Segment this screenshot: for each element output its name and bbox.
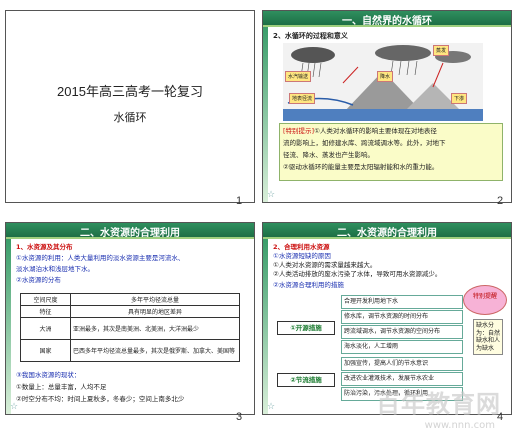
watermark-url: www.nnn.com: [424, 420, 495, 431]
water-cycle-illustration: [283, 43, 483, 121]
table-cell: 亚洲最多，其次是南美洲、北美洲，大洋洲最少: [70, 317, 240, 340]
slide-1-subtitle: 水循环: [113, 111, 147, 124]
tip-line-4: ②驱动水循环的能量主要是太阳辐射能和水的重力能。: [283, 163, 439, 171]
measure-item: 海水淡化，人工增雨: [341, 340, 463, 354]
tag-evaporation: 蒸发: [433, 45, 450, 56]
slide-2-heading: 2、水循环的过程和意义: [273, 32, 348, 40]
tag-vapor-transport: 水汽输送: [285, 71, 312, 82]
special-reminder-cloud: 特别提醒: [463, 285, 507, 315]
star-icon: ☆: [267, 190, 276, 200]
measure-item: 加强宣传，提高人们的节水意识: [341, 357, 463, 371]
distribution-heading: ②水资源的分布: [16, 276, 61, 284]
tip-label: [特别提示]: [283, 127, 315, 135]
tag-surface-runoff: 地表径流: [289, 93, 316, 104]
table-cell: 特征: [20, 305, 71, 318]
china-status-line-2: ②时空分布不均：时间上夏秋多，冬春少；空间上南多北少: [16, 395, 185, 403]
resource-use-line-2: 淡水湖泊水和浅层地下水。: [16, 265, 94, 273]
tag-infiltration: 下渗: [451, 93, 468, 104]
table-cell: 国家: [20, 339, 71, 362]
slide-number-1: 1: [236, 195, 243, 207]
slide-1[interactable]: 2015年高三高考一轮复习 水循环: [5, 10, 255, 203]
measures-heading: ②水资源合理利用的措施: [273, 281, 344, 289]
resource-use-line-1: ①水资源的利用：人类大量利用的淡水资源主要是河流水、: [16, 254, 185, 262]
tip-line-2: 流的影响上，如修建水库、跨流域调水等。此外，对地下: [283, 139, 446, 147]
watermark-logo: 百年教育网: [376, 390, 501, 418]
slide-number-2: 2: [497, 195, 504, 207]
slide-3[interactable]: 二、水资源的合理利用 1、水资源及其分布 ①水资源的利用：人类大量利用的淡水资源…: [5, 222, 255, 415]
table-row: 国家 巴西多年平均径流总量最多，其次是俄罗斯、加拿大、美国等: [20, 339, 240, 362]
star-icon: ☆: [267, 402, 276, 412]
shortage-reason-1: ①人类对水资源的需求量越来越大。: [273, 261, 377, 269]
measure-item: 跨流域调水，调节水资源的空间分布: [341, 325, 463, 339]
star-icon: ☆: [10, 402, 19, 412]
save-water-measures-label: ②节流措施: [277, 373, 335, 387]
section-heading: 1、水资源及其分布: [16, 243, 73, 251]
open-source-measures-label: ①开源措施: [277, 321, 335, 335]
distribution-table: 空间尺度 多年平均径流总量 特征 具有明显的地区差异 大洲 亚洲最多，其次是南美…: [20, 293, 240, 362]
slide-2-side-decoration: [263, 27, 268, 202]
slide-1-title: 2015年高三高考一轮复习: [57, 84, 203, 99]
table-header-cell: 多年平均径流总量: [70, 293, 240, 306]
table-cell: 大洲: [20, 317, 71, 340]
measure-item: 合理开发利用地下水: [341, 295, 463, 309]
shortage-type-note: 缺水分为：自然缺水和人为缺水: [473, 319, 503, 355]
slide-number-3: 3: [236, 411, 243, 423]
slide-3-header: 二、水资源的合理利用: [80, 228, 180, 239]
slide-2[interactable]: 一、自然界的水循环 2、水循环的过程和意义 水汽输送 降水 蒸发 地表径流 下渗: [262, 10, 512, 203]
slide-4-side-decoration: [263, 239, 268, 414]
table-cell: 巴西多年平均径流总量最多，其次是俄罗斯、加拿大、美国等: [70, 339, 240, 362]
table-row: 大洲 亚洲最多，其次是南美洲、北美洲，大洋洲最少: [20, 317, 240, 340]
table-cell: 具有明显的地区差异: [70, 305, 240, 318]
special-tip-box: [特别提示]①人类对水循环的影响主要体现在对地表径 流的影响上，如修建水库、跨流…: [279, 123, 503, 181]
table-header-cell: 空间尺度: [20, 293, 71, 306]
measure-item: 修水库，调节水资源的时间分布: [341, 310, 463, 324]
shortage-heading: ①水资源短缺的原因: [273, 252, 331, 260]
slide-2-header: 一、自然界的水循环: [342, 16, 432, 27]
tip-line-1: ①人类对水循环的影响主要体现在对地表径: [314, 127, 437, 135]
china-status-line-1: ①数量上：总量丰富，人均不足: [16, 383, 107, 391]
shortage-reason-2: ②人类活动排放的废水污染了水体，导致可用水资源减少。: [273, 270, 442, 278]
section-heading: 2、合理利用水资源: [273, 243, 330, 251]
table-header-row: 空间尺度 多年平均径流总量: [20, 293, 240, 306]
slide-4-header: 二、水资源的合理利用: [337, 228, 437, 239]
table-row: 特征 具有明显的地区差异: [20, 305, 240, 318]
china-status-heading: ③我国水资源的现状：: [16, 371, 81, 379]
water-cycle-diagram: 水汽输送 降水 蒸发 地表径流 下渗: [283, 43, 483, 121]
slide-3-side-decoration: [6, 239, 11, 414]
tip-line-3: 径流、降水、蒸发也产生影响。: [283, 151, 374, 159]
tag-precipitation: 降水: [377, 71, 394, 82]
